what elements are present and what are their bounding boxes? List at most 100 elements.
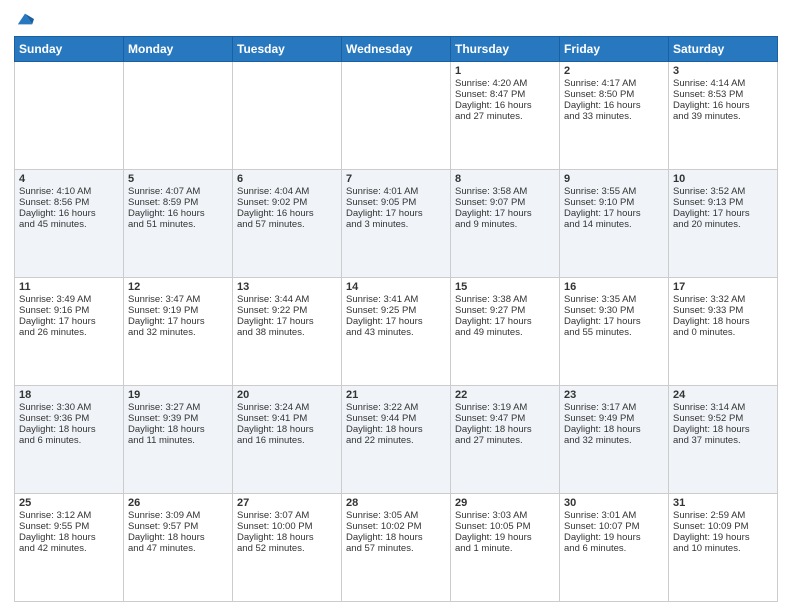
calendar-cell: 23Sunrise: 3:17 AMSunset: 9:49 PMDayligh… bbox=[560, 386, 669, 494]
day-info: Daylight: 18 hours bbox=[673, 316, 773, 327]
day-info: Daylight: 19 hours bbox=[564, 532, 664, 543]
day-info: Sunset: 8:47 PM bbox=[455, 89, 555, 100]
day-number: 17 bbox=[673, 281, 773, 293]
day-info: Sunset: 10:00 PM bbox=[237, 521, 337, 532]
day-info: Sunset: 8:50 PM bbox=[564, 89, 664, 100]
day-info: Sunrise: 4:14 AM bbox=[673, 78, 773, 89]
day-info: Daylight: 18 hours bbox=[346, 424, 446, 435]
day-info: Daylight: 17 hours bbox=[455, 208, 555, 219]
day-number: 30 bbox=[564, 497, 664, 509]
day-number: 31 bbox=[673, 497, 773, 509]
calendar-cell: 13Sunrise: 3:44 AMSunset: 9:22 PMDayligh… bbox=[233, 278, 342, 386]
day-info: Sunrise: 3:19 AM bbox=[455, 402, 555, 413]
day-info: Sunset: 9:55 PM bbox=[19, 521, 119, 532]
day-info: Sunset: 9:52 PM bbox=[673, 413, 773, 424]
calendar-cell: 22Sunrise: 3:19 AMSunset: 9:47 PMDayligh… bbox=[451, 386, 560, 494]
day-info: and 22 minutes. bbox=[346, 435, 446, 446]
calendar-cell: 28Sunrise: 3:05 AMSunset: 10:02 PMDaylig… bbox=[342, 494, 451, 602]
day-info: Sunrise: 3:30 AM bbox=[19, 402, 119, 413]
day-info: Daylight: 17 hours bbox=[455, 316, 555, 327]
day-info: Sunrise: 3:32 AM bbox=[673, 294, 773, 305]
day-info: Daylight: 16 hours bbox=[455, 100, 555, 111]
day-info: Daylight: 18 hours bbox=[128, 424, 228, 435]
day-info: Sunset: 9:16 PM bbox=[19, 305, 119, 316]
day-number: 22 bbox=[455, 389, 555, 401]
calendar-row-4: 25Sunrise: 3:12 AMSunset: 9:55 PMDayligh… bbox=[15, 494, 778, 602]
calendar-cell: 3Sunrise: 4:14 AMSunset: 8:53 PMDaylight… bbox=[669, 62, 778, 170]
day-number: 19 bbox=[128, 389, 228, 401]
calendar-row-3: 18Sunrise: 3:30 AMSunset: 9:36 PMDayligh… bbox=[15, 386, 778, 494]
weekday-header-sunday: Sunday bbox=[15, 37, 124, 62]
day-info: Sunset: 9:30 PM bbox=[564, 305, 664, 316]
page: SundayMondayTuesdayWednesdayThursdayFrid… bbox=[0, 0, 792, 612]
day-info: Sunset: 9:10 PM bbox=[564, 197, 664, 208]
day-info: Sunrise: 3:05 AM bbox=[346, 510, 446, 521]
day-info: Sunset: 9:49 PM bbox=[564, 413, 664, 424]
day-info: Sunrise: 4:20 AM bbox=[455, 78, 555, 89]
day-info: Sunrise: 3:35 AM bbox=[564, 294, 664, 305]
calendar-cell: 16Sunrise: 3:35 AMSunset: 9:30 PMDayligh… bbox=[560, 278, 669, 386]
day-info: Daylight: 18 hours bbox=[19, 532, 119, 543]
day-number: 4 bbox=[19, 173, 119, 185]
day-number: 25 bbox=[19, 497, 119, 509]
weekday-row: SundayMondayTuesdayWednesdayThursdayFrid… bbox=[15, 37, 778, 62]
day-info: Daylight: 17 hours bbox=[237, 316, 337, 327]
day-info: Sunset: 9:47 PM bbox=[455, 413, 555, 424]
day-info: Sunrise: 3:14 AM bbox=[673, 402, 773, 413]
day-info: Sunset: 10:02 PM bbox=[346, 521, 446, 532]
day-info: Sunrise: 3:52 AM bbox=[673, 186, 773, 197]
day-info: Sunset: 8:56 PM bbox=[19, 197, 119, 208]
calendar-table: SundayMondayTuesdayWednesdayThursdayFrid… bbox=[14, 36, 778, 602]
day-info: Sunset: 9:27 PM bbox=[455, 305, 555, 316]
day-info: Daylight: 16 hours bbox=[19, 208, 119, 219]
day-info: and 57 minutes. bbox=[346, 543, 446, 554]
day-info: Daylight: 17 hours bbox=[128, 316, 228, 327]
header bbox=[14, 10, 778, 28]
calendar-cell: 25Sunrise: 3:12 AMSunset: 9:55 PMDayligh… bbox=[15, 494, 124, 602]
day-number: 2 bbox=[564, 65, 664, 77]
day-info: and 14 minutes. bbox=[564, 219, 664, 230]
day-info: Sunrise: 4:01 AM bbox=[346, 186, 446, 197]
calendar-cell: 7Sunrise: 4:01 AMSunset: 9:05 PMDaylight… bbox=[342, 170, 451, 278]
day-info: Daylight: 18 hours bbox=[19, 424, 119, 435]
day-info: Sunset: 9:25 PM bbox=[346, 305, 446, 316]
day-info: and 9 minutes. bbox=[455, 219, 555, 230]
day-number: 11 bbox=[19, 281, 119, 293]
day-number: 7 bbox=[346, 173, 446, 185]
day-info: and 39 minutes. bbox=[673, 111, 773, 122]
day-info: Sunrise: 3:09 AM bbox=[128, 510, 228, 521]
day-info: and 51 minutes. bbox=[128, 219, 228, 230]
day-number: 9 bbox=[564, 173, 664, 185]
calendar-cell: 5Sunrise: 4:07 AMSunset: 8:59 PMDaylight… bbox=[124, 170, 233, 278]
day-info: Sunrise: 3:58 AM bbox=[455, 186, 555, 197]
day-info: Sunrise: 3:44 AM bbox=[237, 294, 337, 305]
calendar-cell bbox=[233, 62, 342, 170]
day-info: and 10 minutes. bbox=[673, 543, 773, 554]
calendar-cell: 29Sunrise: 3:03 AMSunset: 10:05 PMDaylig… bbox=[451, 494, 560, 602]
logo bbox=[14, 10, 34, 28]
day-info: Sunrise: 3:24 AM bbox=[237, 402, 337, 413]
day-info: Sunset: 10:07 PM bbox=[564, 521, 664, 532]
day-info: and 1 minute. bbox=[455, 543, 555, 554]
calendar-cell bbox=[342, 62, 451, 170]
day-number: 29 bbox=[455, 497, 555, 509]
day-info: Sunrise: 4:04 AM bbox=[237, 186, 337, 197]
day-info: Sunset: 9:07 PM bbox=[455, 197, 555, 208]
calendar-cell: 17Sunrise: 3:32 AMSunset: 9:33 PMDayligh… bbox=[669, 278, 778, 386]
weekday-header-tuesday: Tuesday bbox=[233, 37, 342, 62]
day-info: Daylight: 18 hours bbox=[128, 532, 228, 543]
day-info: Sunset: 9:22 PM bbox=[237, 305, 337, 316]
day-info: Daylight: 17 hours bbox=[346, 316, 446, 327]
day-info: and 55 minutes. bbox=[564, 327, 664, 338]
calendar-header: SundayMondayTuesdayWednesdayThursdayFrid… bbox=[15, 37, 778, 62]
day-number: 15 bbox=[455, 281, 555, 293]
calendar-cell: 4Sunrise: 4:10 AMSunset: 8:56 PMDaylight… bbox=[15, 170, 124, 278]
day-number: 10 bbox=[673, 173, 773, 185]
day-info: Sunrise: 3:12 AM bbox=[19, 510, 119, 521]
day-info: Daylight: 17 hours bbox=[19, 316, 119, 327]
day-info: Daylight: 17 hours bbox=[673, 208, 773, 219]
calendar-cell: 6Sunrise: 4:04 AMSunset: 9:02 PMDaylight… bbox=[233, 170, 342, 278]
calendar-cell: 20Sunrise: 3:24 AMSunset: 9:41 PMDayligh… bbox=[233, 386, 342, 494]
calendar-row-1: 4Sunrise: 4:10 AMSunset: 8:56 PMDaylight… bbox=[15, 170, 778, 278]
day-info: and 57 minutes. bbox=[237, 219, 337, 230]
